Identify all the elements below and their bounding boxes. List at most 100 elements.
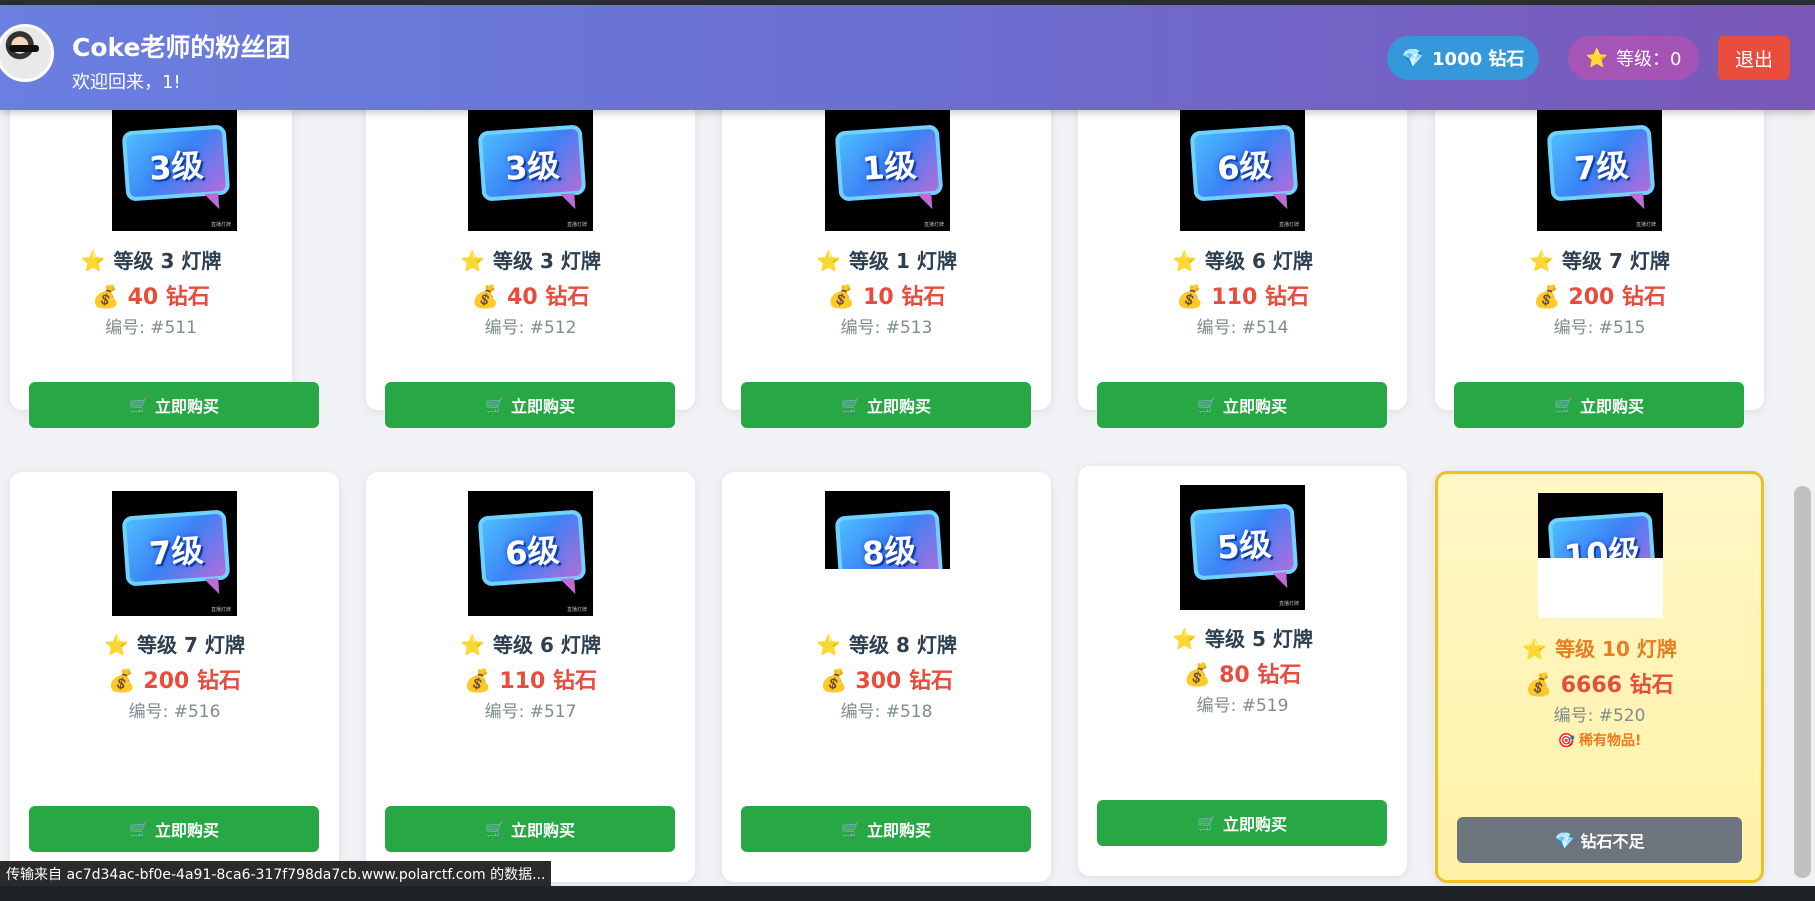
star-icon: ⭐ [1585, 47, 1608, 69]
item-price: 💰 200 钻石 [1533, 285, 1666, 310]
item-card-519: 5级 直播灯牌 ⭐ 等级 5 灯牌 💰 80 钻石 编号: #519 🛒 立即购买 [1078, 466, 1407, 876]
cart-icon: 🛒 [1554, 395, 1574, 415]
item-code: 编号: #519 [1196, 696, 1289, 716]
cart-icon: 🛒 [841, 395, 861, 415]
avatar[interactable] [0, 24, 54, 82]
item-price: 💰 6666 钻石 [1525, 673, 1674, 698]
cart-icon: 🛒 [1197, 813, 1217, 833]
item-name: ⭐ 等级 7 灯牌 [1529, 249, 1670, 273]
star-icon: ⭐ [816, 633, 842, 657]
item-card-512: 3级 直播灯牌 ⭐ 等级 3 灯牌 💰 40 钻石 编号: #512 🛒 立即购买 [366, 110, 695, 428]
star-icon: ⭐ [460, 249, 486, 273]
item-price: 💰 40 钻石 [92, 285, 210, 310]
money-bag-icon: 💰 [820, 669, 848, 694]
item-code: 编号: #518 [840, 702, 933, 722]
item-image: 10级 [1538, 493, 1663, 558]
buy-button[interactable]: 🛒 立即购买 [385, 382, 675, 428]
item-card-511: 3级 直播灯牌 ⭐ 等级 3 灯牌 💰 40 钻石 编号: #511 🛒 立即购买 [10, 110, 319, 428]
item-image: 3级 直播灯牌 [112, 110, 237, 231]
star-icon: ⭐ [460, 633, 486, 657]
star-icon: ⭐ [1529, 249, 1555, 273]
item-name: ⭐ 等级 5 灯牌 [1172, 627, 1313, 651]
diamond-balance-badge: 💎 1000 钻石 [1387, 36, 1539, 80]
diamond-icon: 💎 [1401, 47, 1425, 69]
money-bag-icon: 💰 [471, 285, 500, 310]
star-icon: ⭐ [816, 249, 842, 273]
item-name: ⭐ 等级 10 灯牌 [1522, 637, 1677, 661]
item-card-518: 8级 ⭐ 等级 8 灯牌 💰 300 钻石 编号: #518 🛒 立即购买 [722, 472, 1051, 882]
buy-button[interactable]: 🛒 立即购买 [385, 806, 675, 852]
item-image: 1级 直播灯牌 [825, 110, 950, 231]
item-image: 7级 直播灯牌 [112, 491, 237, 616]
browser-status-bar: 传输来自 ac7d34ac-bf0e-4a91-8ca6-317f798da7c… [0, 861, 552, 886]
page-title: Coke老师的粉丝团 [72, 33, 291, 62]
buy-button[interactable]: 🛒 立即购买 [29, 382, 319, 428]
diamond-icon: 💎 [1554, 830, 1575, 850]
buy-button[interactable]: 🛒 立即购买 [741, 382, 1031, 428]
item-code: 编号: #520 [1553, 706, 1646, 726]
level-badge: ⭐ 等级：0 [1568, 36, 1699, 80]
diamond-balance: 1000 钻石 [1432, 49, 1525, 70]
buy-button[interactable]: 🛒 立即购买 [1097, 800, 1387, 846]
cart-icon: 🛒 [1197, 395, 1217, 415]
cart-icon: 🛒 [129, 395, 149, 415]
target-icon: 🎯 [1557, 733, 1576, 749]
item-name: ⭐ 等级 3 灯牌 [80, 249, 222, 273]
buy-button[interactable]: 🛒 立即购买 [29, 806, 319, 852]
welcome-text: 欢迎回来，1! [72, 72, 181, 93]
item-code: 编号: #514 [1196, 318, 1289, 338]
item-name: ⭐ 等级 1 灯牌 [816, 249, 957, 273]
item-price: 💰 40 钻石 [471, 285, 590, 310]
cart-icon: 🛒 [485, 395, 505, 415]
item-price: 💰 200 钻石 [108, 669, 241, 694]
rare-item-note: 🎯 稀有物品! [1557, 733, 1642, 749]
item-name: ⭐ 等级 6 灯牌 [1172, 249, 1313, 273]
star-icon: ⭐ [80, 249, 106, 273]
cart-icon: 🛒 [129, 819, 149, 839]
item-price: 💰 110 钻石 [1176, 285, 1309, 310]
shop-grid: 3级 直播灯牌 ⭐ 等级 3 灯牌 💰 40 钻石 编号: #511 🛒 立即购买 3级… [0, 110, 1790, 901]
item-code: 编号: #517 [484, 702, 577, 722]
money-bag-icon: 💰 [464, 669, 492, 694]
item-image: 8级 [825, 491, 950, 569]
logout-button[interactable]: 退出 [1718, 36, 1790, 80]
item-image: 6级 直播灯牌 [1180, 110, 1305, 231]
item-code: 编号: #516 [128, 702, 221, 722]
money-bag-icon: 💰 [1183, 663, 1212, 688]
taskbar [0, 886, 1815, 901]
item-card-515: 7级 直播灯牌 ⭐ 等级 7 灯牌 💰 200 钻石 编号: #515 🛒 立即购买 [1435, 110, 1764, 428]
item-code: 编号: #512 [484, 318, 577, 338]
item-card-516: 7级 直播灯牌 ⭐ 等级 7 灯牌 💰 200 钻石 编号: #516 🛒 立即购买 [10, 472, 339, 882]
item-price: 💰 80 钻石 [1183, 663, 1302, 688]
star-icon: ⭐ [104, 633, 130, 657]
money-bag-icon: 💰 [1176, 285, 1204, 310]
item-image: 5级 直播灯牌 [1180, 485, 1305, 610]
cart-icon: 🛒 [841, 819, 861, 839]
cart-icon: 🛒 [485, 819, 505, 839]
item-code: 编号: #511 [105, 318, 197, 338]
money-bag-icon: 💰 [92, 285, 120, 310]
star-icon: ⭐ [1522, 637, 1548, 661]
buy-button[interactable]: 🛒 立即购买 [1097, 382, 1387, 428]
money-bag-icon: 💰 [827, 285, 856, 310]
buy-button[interactable]: 🛒 立即购买 [741, 806, 1031, 852]
money-bag-icon: 💰 [1533, 285, 1561, 310]
item-code: 编号: #515 [1553, 318, 1646, 338]
buy-button[interactable]: 🛒 立即购买 [1454, 382, 1744, 428]
item-name: ⭐ 等级 6 灯牌 [460, 633, 601, 657]
image-unloaded-area [1538, 558, 1663, 618]
item-name: ⭐ 等级 7 灯牌 [104, 633, 245, 657]
item-image: 3级 直播灯牌 [468, 110, 593, 231]
money-bag-icon: 💰 [108, 669, 136, 694]
star-icon: ⭐ [1172, 627, 1198, 651]
scrollbar-thumb[interactable] [1794, 486, 1811, 878]
item-card-520-rare: 10级 ⭐ 等级 10 灯牌 💰 6666 钻石 编号: #520 🎯 稀有物品! 💎… [1435, 471, 1764, 883]
item-image: 6级 直播灯牌 [468, 491, 593, 616]
item-card-514: 6级 直播灯牌 ⭐ 等级 6 灯牌 💰 110 钻石 编号: #514 🛒 立即购买 [1078, 110, 1407, 428]
item-price: 💰 110 钻石 [464, 669, 597, 694]
money-bag-icon: 💰 [1525, 673, 1553, 698]
item-card-513: 1级 直播灯牌 ⭐ 等级 1 灯牌 💰 10 钻石 编号: #513 🛒 立即购买 [722, 110, 1051, 428]
insufficient-diamonds-button[interactable]: 💎 钻石不足 [1457, 817, 1742, 863]
header: Coke老师的粉丝团 欢迎回来，1! 💎 1000 钻石 ⭐ 等级：0 退出 [0, 5, 1815, 110]
item-name: ⭐ 等级 3 灯牌 [460, 249, 601, 273]
